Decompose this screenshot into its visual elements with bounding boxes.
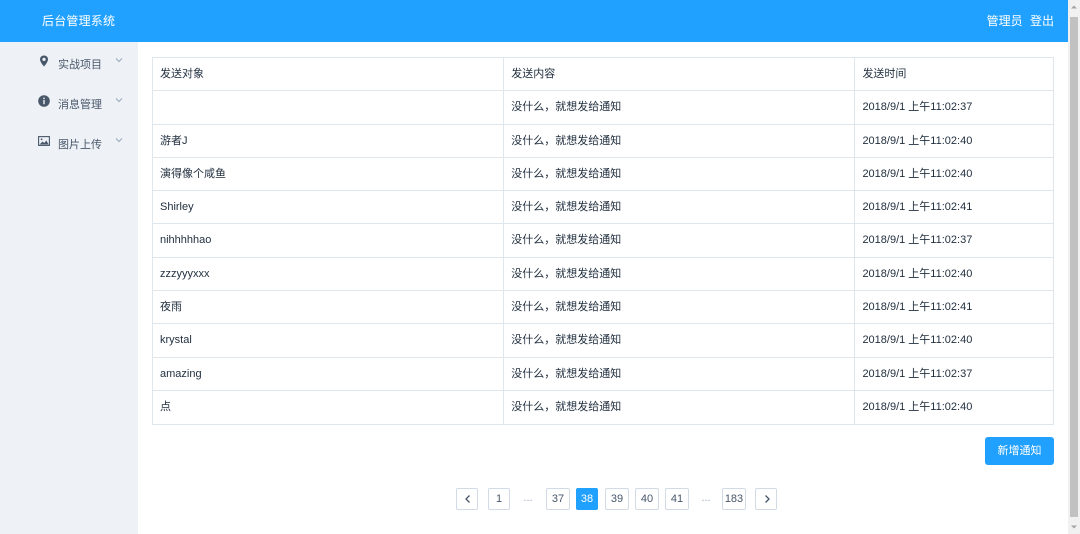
vertical-scrollbar[interactable] (1068, 0, 1080, 534)
chevron-down-icon (114, 55, 124, 65)
page-41-button[interactable]: 41 (665, 488, 689, 510)
cell-time: 2018/9/1 上午11:02:37 (862, 101, 973, 114)
sidebar-item-label: 实战项目 (58, 59, 102, 71)
page-39-button[interactable]: 39 (605, 488, 629, 510)
logout-link[interactable]: 登出 (1030, 14, 1054, 28)
page-ellipsis-right[interactable]: ... (694, 488, 718, 510)
main-content: 发送对象 发送内容 发送时间 没什么，就想发给通知 2018/9/1 上午11:… (138, 42, 1068, 534)
chevron-down-icon (114, 95, 124, 105)
notification-table: 发送对象 发送内容 发送时间 没什么，就想发给通知 2018/9/1 上午11:… (152, 57, 1054, 426)
cell-target: nihhhhhao (153, 224, 505, 257)
page-183-button[interactable]: 183 (722, 488, 746, 510)
cell-target: Shirley (153, 191, 505, 224)
cell-time: 2018/9/1 上午11:02:40 (862, 167, 973, 180)
cell-content: 没什么，就想发给通知 (504, 191, 856, 224)
cell-target: 夜雨 (153, 291, 505, 324)
cell-time: 2018/9/1 上午11:02:40 (862, 400, 973, 413)
page-40-button[interactable]: 40 (635, 488, 659, 510)
cell-time: 2018/9/1 上午11:02:41 (862, 201, 973, 214)
cell-target: 游者J (153, 124, 505, 157)
page-1-button[interactable]: 1 (488, 488, 510, 510)
table-row[interactable]: 游者J 没什么，就想发给通知 2018/9/1 上午11:02:40 (153, 124, 1053, 158)
cell-target: krystal (153, 324, 505, 357)
cell-time: 2018/9/1 上午11:02:37 (862, 367, 973, 380)
cell-target (153, 91, 505, 124)
scroll-down-arrow-icon[interactable] (1068, 520, 1080, 534)
add-notification-button[interactable]: 新增通知 (985, 437, 1054, 465)
cell-time: 2018/9/1 上午11:02:40 (862, 267, 973, 280)
scrollbar-thumb[interactable] (1070, 17, 1078, 517)
column-header-target[interactable]: 发送对象 (153, 58, 505, 91)
info-icon (38, 95, 50, 107)
user-area: 管理员 登出 (987, 12, 1054, 29)
table-header-row: 发送对象 发送内容 发送时间 (153, 58, 1053, 92)
page-ellipsis-left[interactable]: ... (516, 488, 540, 510)
cell-time: 2018/9/1 上午11:02:37 (862, 234, 973, 247)
column-header-content[interactable]: 发送内容 (504, 58, 856, 91)
table-row[interactable]: Shirley 没什么，就想发给通知 2018/9/1 上午11:02:41 (153, 191, 1053, 225)
cell-target: 点 (153, 390, 505, 425)
cell-target: zzzyyyxxx (153, 257, 505, 291)
cell-content: 没什么，就想发给通知 (504, 157, 856, 191)
next-page-button[interactable] (755, 488, 777, 510)
table-row[interactable]: nihhhhhao 没什么，就想发给通知 2018/9/1 上午11:02:37 (153, 224, 1053, 258)
cell-time: 2018/9/1 上午11:02:41 (862, 301, 973, 314)
cell-content: 没什么，就想发给通知 (504, 291, 856, 324)
sidebar-item-messages[interactable]: 消息管理 (0, 82, 138, 122)
table-row[interactable]: amazing 没什么，就想发给通知 2018/9/1 上午11:02:37 (153, 357, 1053, 391)
page-37-button[interactable]: 37 (546, 488, 570, 510)
cell-target: 演得像个咸鱼 (153, 157, 505, 191)
sidebar-item-label: 图片上传 (58, 139, 102, 151)
prev-page-button[interactable] (456, 488, 478, 510)
scroll-up-arrow-icon[interactable] (1068, 0, 1080, 14)
cell-target: amazing (153, 357, 505, 390)
location-icon (38, 55, 50, 67)
sidebar-item-upload[interactable]: 图片上传 (0, 122, 138, 162)
top-header: 后台管理系统 管理员 登出 (0, 0, 1068, 42)
cell-content: 没什么，就想发给通知 (504, 224, 856, 257)
page-38-button-active[interactable]: 38 (576, 488, 598, 510)
table-row[interactable]: 没什么，就想发给通知 2018/9/1 上午11:02:37 (153, 91, 1053, 125)
sidebar-item-projects[interactable]: 实战项目 (0, 42, 138, 82)
chevron-down-icon (114, 135, 124, 145)
username-label[interactable]: 管理员 (987, 14, 1023, 28)
cell-content: 没什么，就想发给通知 (504, 124, 856, 157)
column-header-time[interactable]: 发送时间 (855, 58, 1053, 90)
sidebar-item-label: 消息管理 (58, 99, 102, 111)
table-row[interactable]: 夜雨 没什么，就想发给通知 2018/9/1 上午11:02:41 (153, 291, 1053, 325)
picture-icon (38, 135, 50, 147)
table-row[interactable]: 点 没什么，就想发给通知 2018/9/1 上午11:02:40 (153, 390, 1053, 425)
table-row[interactable]: 演得像个咸鱼 没什么，就想发给通知 2018/9/1 上午11:02:40 (153, 157, 1053, 192)
cell-content: 没什么，就想发给通知 (504, 324, 856, 357)
table-row[interactable]: zzzyyyxxx 没什么，就想发给通知 2018/9/1 上午11:02:40 (153, 257, 1053, 292)
cell-content: 没什么，就想发给通知 (504, 91, 856, 124)
cell-content: 没什么，就想发给通知 (504, 257, 856, 291)
table-row[interactable]: krystal 没什么，就想发给通知 2018/9/1 上午11:02:40 (153, 324, 1053, 358)
sidebar: 实战项目 消息管理 图片上传 (0, 42, 138, 534)
cell-time: 2018/9/1 上午11:02:40 (862, 334, 973, 347)
cell-content: 没什么，就想发给通知 (504, 390, 856, 425)
cell-time: 2018/9/1 上午11:02:40 (862, 134, 973, 147)
cell-content: 没什么，就想发给通知 (504, 357, 856, 390)
app-title: 后台管理系统 (42, 14, 116, 28)
